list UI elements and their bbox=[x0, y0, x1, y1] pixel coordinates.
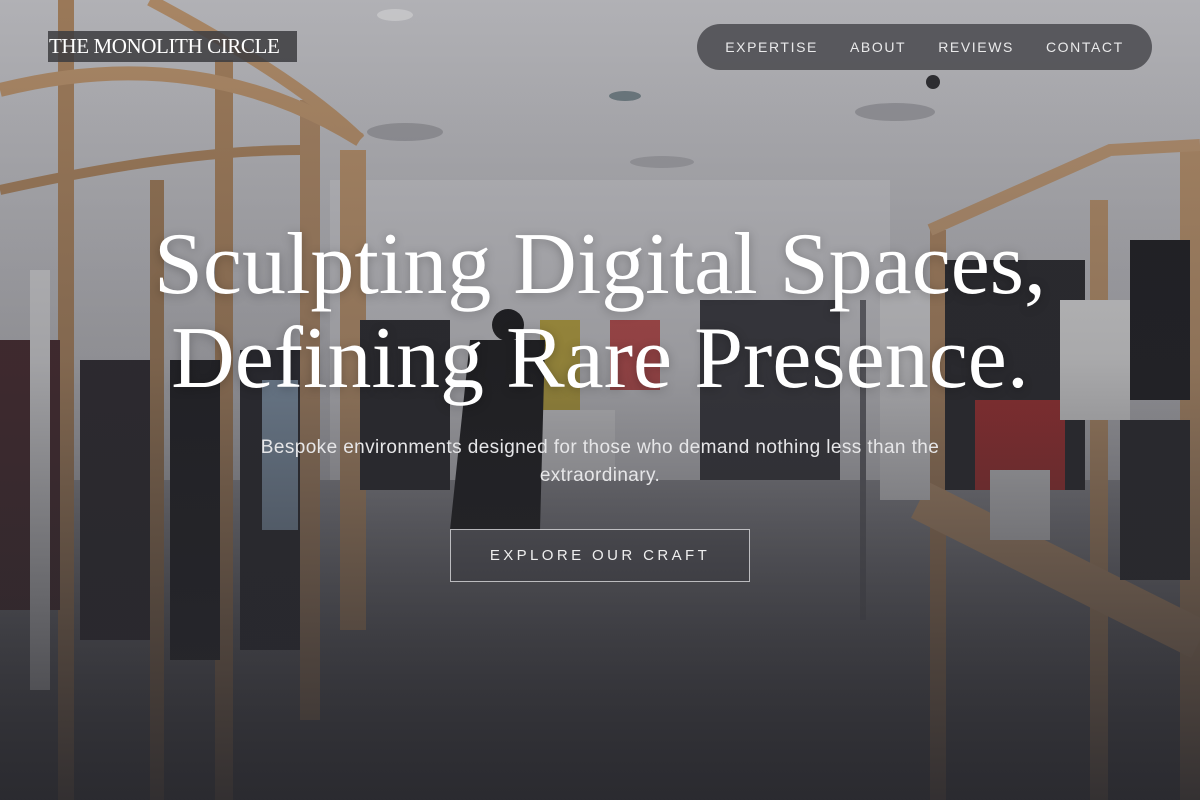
explore-our-craft-button[interactable]: EXPLORE OUR CRAFT bbox=[450, 529, 750, 582]
hero-title: Sculpting Digital Spaces, Defining Rare … bbox=[0, 218, 1200, 406]
hero-subtitle: Bespoke environments designed for those … bbox=[260, 437, 940, 486]
hero-title-line-2: Defining Rare Presence. bbox=[171, 310, 1029, 407]
hero-title-line-1: Sculpting Digital Spaces, bbox=[153, 216, 1047, 313]
nav-link-contact[interactable]: CONTACT bbox=[1046, 39, 1124, 55]
site-logo[interactable]: THE MONOLITH CIRCLE bbox=[48, 31, 297, 62]
nav-link-expertise[interactable]: EXPERTISE bbox=[725, 39, 818, 55]
nav-link-about[interactable]: ABOUT bbox=[850, 39, 906, 55]
nav-link-reviews[interactable]: REVIEWS bbox=[938, 39, 1014, 55]
main-nav: EXPERTISE ABOUT REVIEWS CONTACT bbox=[697, 24, 1152, 70]
